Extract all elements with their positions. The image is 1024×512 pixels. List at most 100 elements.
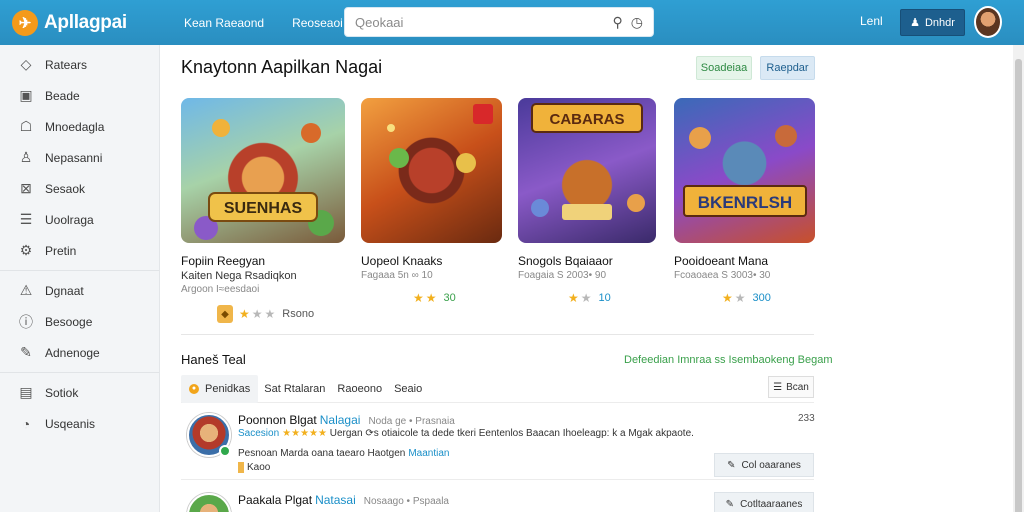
- sidebar-item-usqeanis[interactable]: ◔ Usqeanis: [0, 408, 159, 439]
- search-icon[interactable]: ⚲: [613, 14, 623, 31]
- game-thumbnail[interactable]: [361, 98, 502, 243]
- comment-button-label: Col oaaranes: [741, 459, 801, 471]
- art-text: BKENRLSH: [698, 193, 792, 212]
- pencil-icon: ✎: [20, 344, 32, 360]
- scrollbar[interactable]: [1013, 45, 1024, 512]
- sidebar-item-uoolraga[interactable]: ☰ Uoolraga: [0, 204, 159, 235]
- sidebar-item-label: Sotiok: [45, 385, 79, 400]
- rating-value: 300: [752, 292, 771, 304]
- coin-icon: ●: [189, 383, 199, 394]
- app-logo[interactable]: ✈ Apllagpai: [12, 9, 172, 36]
- bookmark-icon: [238, 462, 244, 473]
- tab-penidkas[interactable]: ● Penidkas: [181, 374, 259, 403]
- sidebar-item-besooge[interactable]: ⓘ Besooge: [0, 306, 159, 337]
- list-box-icon: ☰: [19, 211, 33, 227]
- sidebar-item-nepasanni[interactable]: ♙ Nepasanni: [0, 142, 159, 173]
- sidebar-item-dgnaat[interactable]: ⚠ Dgnaat: [0, 275, 159, 306]
- card-rating: ★ ★ 30: [413, 291, 502, 305]
- header-action-button[interactable]: ♟ Dnhdr: [900, 9, 965, 36]
- clock-icon[interactable]: ◷: [631, 14, 643, 31]
- tab-sat-rtalaran[interactable]: Sat Rtalaran: [258, 375, 331, 403]
- sidebar-item-sotiok[interactable]: ▤ Sotiok: [0, 377, 159, 408]
- section-link[interactable]: Defeedian Imnraa ss Isembaokeng Begam: [624, 354, 833, 366]
- card-meta: Fagaaa 5n ∞ 10: [361, 270, 433, 281]
- sort-label: Bcan: [786, 381, 809, 393]
- star-icon: ★: [722, 291, 733, 305]
- game-card[interactable]: BKENRLSH Pooidoeant Mana Fcoaoaea S 3003…: [674, 98, 815, 305]
- reviewer-tag[interactable]: Nalagai: [320, 413, 361, 427]
- reply-tag[interactable]: Maantian: [408, 448, 449, 459]
- star-icon: ★: [568, 291, 579, 305]
- game-thumbnail[interactable]: SUENHAS: [181, 98, 345, 243]
- card-rating: ◆ ★ ★ ★ Rsono: [217, 305, 345, 323]
- sidebar-item-label: Usqeanis: [45, 416, 96, 431]
- filter-button-blue[interactable]: Raepdar: [760, 56, 815, 80]
- card-title: Pooidoeant Mana: [674, 254, 769, 268]
- pencil-icon: ✎: [727, 459, 736, 471]
- layers-icon: ◇: [20, 56, 32, 72]
- reviewer-name[interactable]: Poonnon Blgat: [238, 413, 317, 427]
- warning-icon: ⚠: [19, 282, 33, 298]
- settings-icon: ⚙: [19, 242, 33, 258]
- sidebar: ◇ Ratears ▣ Beade ☖ Mnoedagla ♙ Nepasanni ⊠ S…: [0, 45, 160, 512]
- star-icon: ★: [580, 291, 592, 305]
- header-button-label: Dnhdr: [924, 16, 955, 29]
- sidebar-item-label: Adnenoge: [45, 345, 100, 360]
- scrollbar-thumb[interactable]: [1015, 59, 1022, 512]
- review-reply: Pesnoan Marda oana taearo Haotgen Maantia…: [238, 448, 449, 459]
- sidebar-divider: [0, 372, 159, 373]
- top-nav-item[interactable]: Kean Raeaond: [184, 16, 264, 30]
- sidebar-item-mnoedagla[interactable]: ☖ Mnoedagla: [0, 111, 159, 142]
- game-card[interactable]: CABARAS Snogols Bqaiaaor Foagaia S 2003•…: [518, 98, 656, 305]
- main-content: Knaytonn Aapilkan Nagai Soadeiaa Raepdar…: [160, 45, 1013, 512]
- user-outline-icon: ♙: [19, 149, 33, 165]
- clock-icon: ◔: [21, 415, 31, 432]
- game-card[interactable]: Uopeol Knaaks Fagaaa 5n ∞ 10 ★ ★ 30: [361, 98, 502, 305]
- top-nav-item[interactable]: Reoseaoi: [292, 16, 343, 30]
- review-stars: ★★★★★: [282, 428, 327, 439]
- card-title: Fopiin Reegyan: [181, 254, 266, 268]
- reviewer-name[interactable]: Paakala Plgat: [238, 493, 312, 507]
- pencil-icon: ✎: [725, 498, 735, 510]
- game-artwork: CABARAS: [531, 103, 645, 220]
- comment-button[interactable]: ✎ Cotltaaraanes: [714, 492, 814, 512]
- tab-seaio[interactable]: Seaio: [388, 375, 428, 403]
- review-body: Sacesion ★★★★★ Uergan ⟳s otiaicole ta ded…: [238, 428, 694, 439]
- filter-button-green[interactable]: Soadeiaa: [696, 56, 752, 80]
- card-rating: ★ ★ 10: [568, 291, 656, 305]
- logo-icon: ✈: [12, 9, 38, 36]
- search-input[interactable]: [355, 14, 605, 30]
- search-bar: ⚲ ◷: [344, 7, 654, 37]
- user-icon: ♟: [910, 17, 920, 29]
- rating-value: 10: [598, 292, 611, 304]
- review-count: 233: [798, 413, 815, 424]
- online-status-icon: [219, 445, 231, 457]
- game-thumbnail[interactable]: BKENRLSH: [674, 98, 815, 243]
- user-avatar[interactable]: [974, 6, 1002, 38]
- reviewer-avatar[interactable]: [187, 493, 231, 512]
- sidebar-item-ratears[interactable]: ◇ Ratears: [0, 49, 159, 80]
- header-link[interactable]: Lenl: [860, 14, 883, 28]
- art-text: CABARAS: [550, 111, 625, 128]
- reviewer-tag[interactable]: Natasai: [315, 493, 356, 507]
- sort-button[interactable]: ☰ Bcan: [768, 376, 814, 398]
- star-icon: ★: [734, 291, 746, 305]
- card-meta: Fcoaoaea S 3003• 30: [674, 270, 771, 281]
- card-meta: Foagaia S 2003• 90: [518, 270, 607, 281]
- sidebar-item-sesaok[interactable]: ⊠ Sesaok: [0, 173, 159, 204]
- sidebar-item-beade[interactable]: ▣ Beade: [0, 80, 159, 111]
- sidebar-item-label: Pretin: [45, 243, 77, 258]
- sidebar-item-adnenoge[interactable]: ✎ Adnenoge: [0, 337, 159, 368]
- sidebar-item-label: Dgnaat: [45, 283, 84, 298]
- sidebar-item-pretin[interactable]: ⚙ Pretin: [0, 235, 159, 266]
- review-text: Uergan ⟳s otiaicole ta dede tkeri Eenten…: [329, 428, 694, 439]
- star-icon: ★: [251, 307, 263, 321]
- tab-raoeono[interactable]: Raoeono: [331, 375, 388, 403]
- sidebar-item-label: Uoolraga: [45, 212, 94, 227]
- game-thumbnail[interactable]: CABARAS: [518, 98, 656, 243]
- review-footer: Kaoo: [238, 462, 270, 473]
- game-card[interactable]: SUENHAS Fopiin Reegyan Kaiten Nega Rsadi…: [181, 98, 345, 323]
- sidebar-item-label: Mnoedagla: [45, 119, 105, 134]
- comment-button[interactable]: ✎ Col oaaranes: [714, 453, 814, 477]
- sidebar-item-label: Sesaok: [45, 181, 86, 196]
